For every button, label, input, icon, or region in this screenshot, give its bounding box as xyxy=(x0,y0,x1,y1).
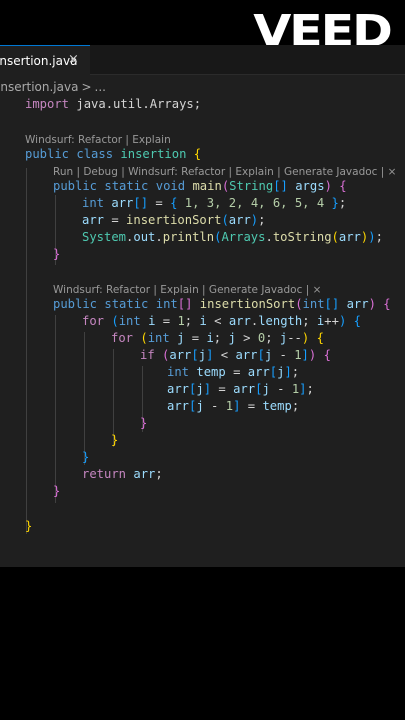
code-line-println: System.out.println(Arrays.toString(arr))… xyxy=(82,230,383,244)
code-line-close-for-j: } xyxy=(111,433,119,447)
code-line-swap2: arr[j - 1] = temp; xyxy=(167,399,300,413)
code-line-if: if (arr[j] < arr[j - 1]) { xyxy=(140,348,331,362)
code-line-for-j: for (int j = i; j > 0; j--) { xyxy=(111,331,324,345)
indent-guide xyxy=(84,332,85,465)
code-editor[interactable]: insertion.java × insertion.java >... impo… xyxy=(0,45,405,567)
code-line-swap1: arr[j] = arr[j - 1]; xyxy=(167,382,314,396)
codelens-main[interactable]: Run | Debug | Windsurf: Refactor | Expla… xyxy=(53,165,396,179)
code-area[interactable]: import java.util.Arrays; Windsurf: Refac… xyxy=(0,45,405,567)
code-line-close-if: } xyxy=(140,416,148,430)
code-line-arr-sort: arr = insertionSort(arr); xyxy=(82,213,266,227)
editor-scrollbar[interactable] xyxy=(397,75,405,567)
code-line-return: return arr; xyxy=(82,467,163,481)
code-line-class: public class insertion { xyxy=(25,147,202,161)
code-line-close-for-i: } xyxy=(82,450,90,464)
code-line-close-class: } xyxy=(25,519,33,533)
indent-guide xyxy=(26,168,27,534)
codelens-class[interactable]: Windsurf: Refactor | Explain xyxy=(25,133,171,147)
codelens-sort[interactable]: Windsurf: Refactor | Explain | Generate … xyxy=(53,283,321,297)
code-line-sort-sig: public static int[] insertionSort(int[] … xyxy=(53,297,391,311)
code-line-close-main: } xyxy=(53,247,61,261)
code-line-import: import java.util.Arrays; xyxy=(25,97,202,111)
code-line-arr-init: int arr[] = { 1, 3, 2, 4, 6, 5, 4 }; xyxy=(82,196,347,210)
code-line-close-sort: } xyxy=(53,484,61,498)
code-line-for-i: for (int i = 1; i < arr.length; i++) { xyxy=(82,314,361,328)
code-line-temp: int temp = arr[j]; xyxy=(167,365,300,379)
code-line-main: public static void main(String[] args) { xyxy=(53,179,347,193)
indent-guide xyxy=(55,315,56,503)
